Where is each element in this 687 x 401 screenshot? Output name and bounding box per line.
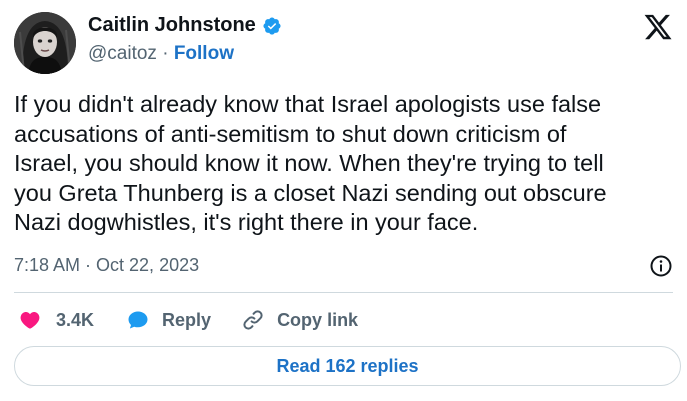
avatar-image	[14, 12, 76, 74]
avatar[interactable]	[14, 12, 76, 74]
tweet-actions: 3.4K Reply Copy link	[14, 306, 358, 334]
x-logo-icon[interactable]	[643, 12, 673, 42]
like-count: 3.4K	[56, 309, 95, 330]
divider	[14, 292, 673, 293]
tweet-embed-card: Caitlin Johnstone @caitoz · Follow If yo…	[0, 0, 687, 401]
read-replies-button[interactable]: Read 162 replies	[14, 346, 681, 386]
tweet-text: If you didn't already know that Israel a…	[14, 91, 607, 235]
copy-link-button[interactable]: Copy link	[241, 308, 358, 332]
reply-bubble-icon	[128, 311, 148, 329]
link-icon	[243, 310, 263, 330]
reply-button[interactable]: Reply	[126, 308, 211, 332]
heart-icon	[20, 312, 40, 329]
info-icon[interactable]	[649, 254, 673, 278]
author-handle[interactable]: @caitoz	[88, 43, 157, 64]
like-button[interactable]: 3.4K	[18, 308, 94, 332]
author-name-row: Caitlin Johnstone	[88, 14, 282, 37]
reply-label: Reply	[162, 309, 212, 330]
follow-link[interactable]: Follow	[174, 43, 234, 64]
tweet-timestamp[interactable]: 7:18 AM · Oct 22, 2023	[14, 255, 199, 276]
read-replies-label: Read 162 replies	[276, 355, 419, 376]
author-handle-row: @caitoz · Follow	[88, 43, 234, 65]
verified-badge-icon	[263, 16, 281, 35]
copy-link-label: Copy link	[277, 309, 359, 330]
author-name[interactable]: Caitlin Johnstone	[88, 14, 256, 37]
handle-separator: ·	[156, 43, 174, 64]
